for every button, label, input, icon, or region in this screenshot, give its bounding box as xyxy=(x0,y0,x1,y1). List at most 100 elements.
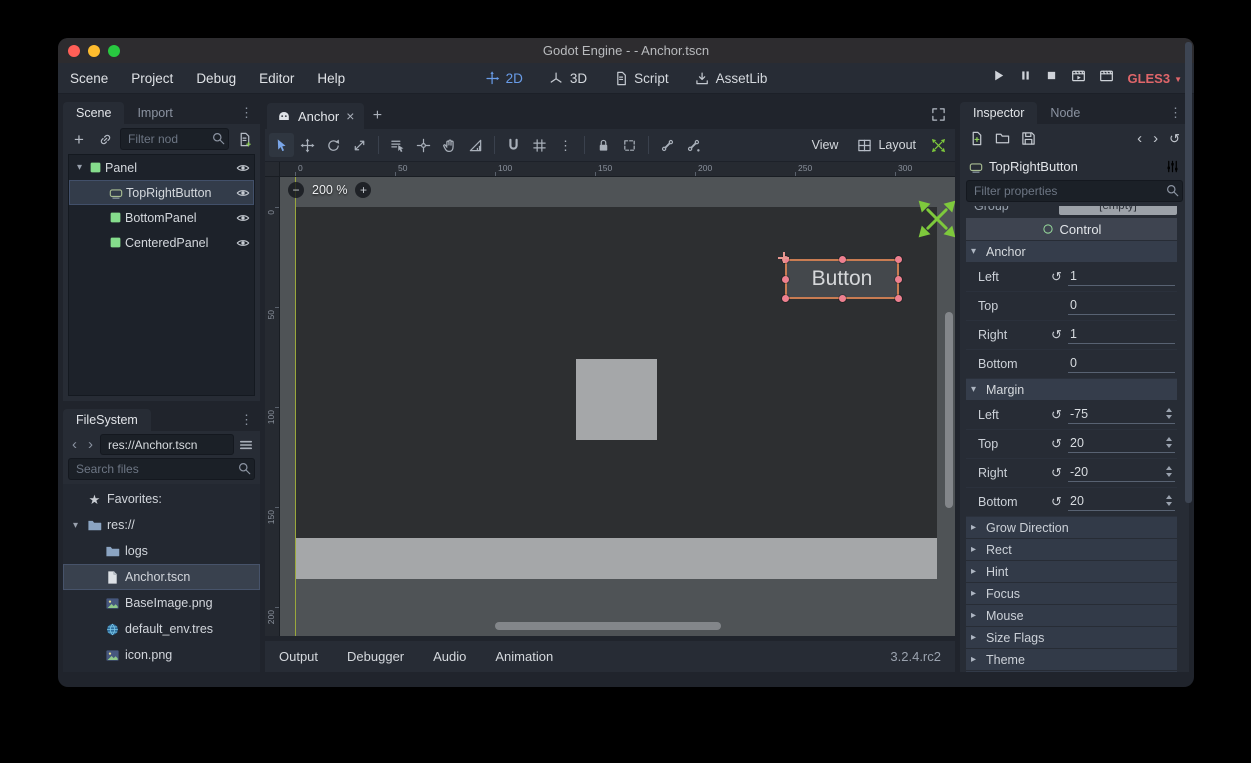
zoom-level[interactable]: 200 % xyxy=(312,183,347,197)
section-rect[interactable]: ▸Rect xyxy=(966,539,1177,560)
property-value-field[interactable]: 0 xyxy=(1068,356,1175,373)
property-value-field[interactable]: 0 xyxy=(1068,298,1175,315)
button-node-canvas[interactable]: Button xyxy=(785,259,899,299)
menu-help[interactable]: Help xyxy=(317,71,345,86)
filesystem-item-baseimage-png[interactable]: BaseImage.png xyxy=(63,590,260,616)
pivot-icon[interactable] xyxy=(411,133,436,157)
anchor-preset-icon[interactable] xyxy=(926,133,951,157)
anchor-gizmo[interactable] xyxy=(916,198,955,240)
selection-handle[interactable] xyxy=(839,295,846,302)
tab-node[interactable]: Node xyxy=(1037,102,1093,124)
filesystem-item-icon-png[interactable]: icon.png xyxy=(63,642,260,668)
object-tools-icon[interactable] xyxy=(1165,159,1180,174)
tab-import[interactable]: Import xyxy=(124,102,185,124)
attach-script-button[interactable] xyxy=(233,128,255,150)
zoom-in-button[interactable]: + xyxy=(355,182,371,198)
revert-icon[interactable]: ↺ xyxy=(1048,436,1065,452)
play-custom-scene-button[interactable] xyxy=(1099,68,1114,88)
section-focus[interactable]: ▸Focus xyxy=(966,583,1177,604)
bottom-panel-node-canvas[interactable] xyxy=(296,538,937,579)
vertical-scrollbar[interactable] xyxy=(945,312,953,508)
visibility-toggle-icon[interactable] xyxy=(236,236,250,250)
split-mode-icon[interactable] xyxy=(237,438,255,452)
grid-snap-icon[interactable] xyxy=(527,133,552,157)
bottom-panel-output[interactable]: Output xyxy=(279,649,318,664)
workspace-assetlib[interactable]: AssetLib xyxy=(695,71,768,86)
selection-handle[interactable] xyxy=(895,256,902,263)
pause-button[interactable] xyxy=(1019,69,1032,87)
visibility-toggle-icon[interactable] xyxy=(236,211,250,225)
section-hint[interactable]: ▸Hint xyxy=(966,561,1177,582)
add-node-button[interactable]: + xyxy=(68,128,90,150)
new-resource-icon[interactable] xyxy=(969,131,984,146)
dock-menu-icon[interactable]: ⋮ xyxy=(240,412,260,431)
load-resource-icon[interactable] xyxy=(995,131,1010,146)
spinner-updown-icon[interactable] xyxy=(1166,495,1173,506)
lock-object-icon[interactable] xyxy=(591,133,616,157)
viewport-2d[interactable]: Button xyxy=(280,177,955,636)
history-back-icon[interactable]: ‹ xyxy=(68,436,81,453)
revert-icon[interactable]: ↺ xyxy=(1048,327,1065,343)
scale-tool-icon[interactable] xyxy=(347,133,372,157)
history-back-icon[interactable]: ‹ xyxy=(1137,130,1142,147)
horizontal-scrollbar[interactable] xyxy=(495,622,721,630)
spinner-updown-icon[interactable] xyxy=(1166,466,1173,477)
selection-handle[interactable] xyxy=(839,256,846,263)
ruler-top[interactable]: 050100150200250300 xyxy=(280,162,955,177)
history-forward-icon[interactable]: › xyxy=(1153,130,1158,147)
distraction-free-icon[interactable] xyxy=(931,107,946,122)
section-grow-direction[interactable]: ▸Grow Direction xyxy=(966,517,1177,538)
instance-scene-button[interactable] xyxy=(94,128,116,150)
stop-button[interactable] xyxy=(1045,69,1058,87)
titlebar[interactable]: Godot Engine - - Anchor.tscn xyxy=(58,38,1194,63)
property-value-field[interactable]: 1 xyxy=(1068,269,1175,286)
selection-handle[interactable] xyxy=(782,276,789,283)
renderer-selector[interactable]: GLES3 ▼ xyxy=(1127,71,1182,86)
visibility-toggle-icon[interactable] xyxy=(236,186,250,200)
save-resource-icon[interactable] xyxy=(1021,131,1036,146)
tab-scene[interactable]: Scene xyxy=(63,102,124,124)
property-value-field[interactable]: 20 xyxy=(1068,436,1175,453)
ruler-icon[interactable] xyxy=(463,133,488,157)
inspector-scrollbar[interactable] xyxy=(1185,42,1192,503)
search-files-input[interactable] xyxy=(68,458,255,480)
dock-menu-icon[interactable]: ⋮ xyxy=(240,105,260,124)
section-theme[interactable]: ▸Theme xyxy=(966,649,1177,670)
scene-tree-item-bottompanel[interactable]: BottomPanel xyxy=(69,205,254,230)
zoom-out-button[interactable]: − xyxy=(288,182,304,198)
spinner-updown-icon[interactable] xyxy=(1166,408,1173,419)
property-value-field[interactable]: -20 xyxy=(1068,465,1175,482)
section-size-flags[interactable]: ▸Size Flags xyxy=(966,627,1177,648)
close-icon[interactable]: × xyxy=(346,109,354,123)
panel-node-canvas[interactable]: Button xyxy=(296,207,937,579)
selection-handle[interactable] xyxy=(895,295,902,302)
menu-scene[interactable]: Scene xyxy=(70,71,108,86)
filesystem-item-favorites[interactable]: ★Favorites: xyxy=(63,486,260,512)
chevron-down-icon[interactable]: ▾ xyxy=(73,162,86,173)
group-object-icon[interactable] xyxy=(617,133,642,157)
workspace-2d[interactable]: 2D xyxy=(485,71,523,86)
skeleton-icon[interactable] xyxy=(655,133,680,157)
workspace-script[interactable]: Script xyxy=(613,71,669,86)
layout-button[interactable]: Layout xyxy=(848,133,925,157)
scene-tree-item-centeredpanel[interactable]: CenteredPanel xyxy=(69,230,254,255)
chevron-down-icon[interactable]: ▾ xyxy=(69,520,82,531)
workspace-3d[interactable]: 3D xyxy=(549,71,587,86)
filesystem-item-anchor-tscn[interactable]: Anchor.tscn xyxy=(63,564,260,590)
list-select-icon[interactable] xyxy=(385,133,410,157)
move-tool-icon[interactable] xyxy=(295,133,320,157)
skeleton-options-icon[interactable] xyxy=(681,133,706,157)
close-window-button[interactable] xyxy=(68,45,80,57)
revert-icon[interactable]: ↺ xyxy=(1048,465,1065,481)
revert-icon[interactable]: ↺ xyxy=(1048,269,1065,285)
section-mouse[interactable]: ▸Mouse xyxy=(966,605,1177,626)
ruler-left[interactable]: 050100150200 xyxy=(265,177,280,636)
tab-inspector[interactable]: Inspector xyxy=(960,102,1037,124)
centered-panel-node-canvas[interactable] xyxy=(576,359,657,440)
property-value-field[interactable]: 1 xyxy=(1068,327,1175,344)
revert-icon[interactable]: ↺ xyxy=(1048,494,1065,510)
filesystem-item-logs[interactable]: logs xyxy=(63,538,260,564)
menu-editor[interactable]: Editor xyxy=(259,71,294,86)
section-anchor[interactable]: ▾Anchor xyxy=(966,241,1177,262)
section-margin[interactable]: ▾Margin xyxy=(966,379,1177,400)
